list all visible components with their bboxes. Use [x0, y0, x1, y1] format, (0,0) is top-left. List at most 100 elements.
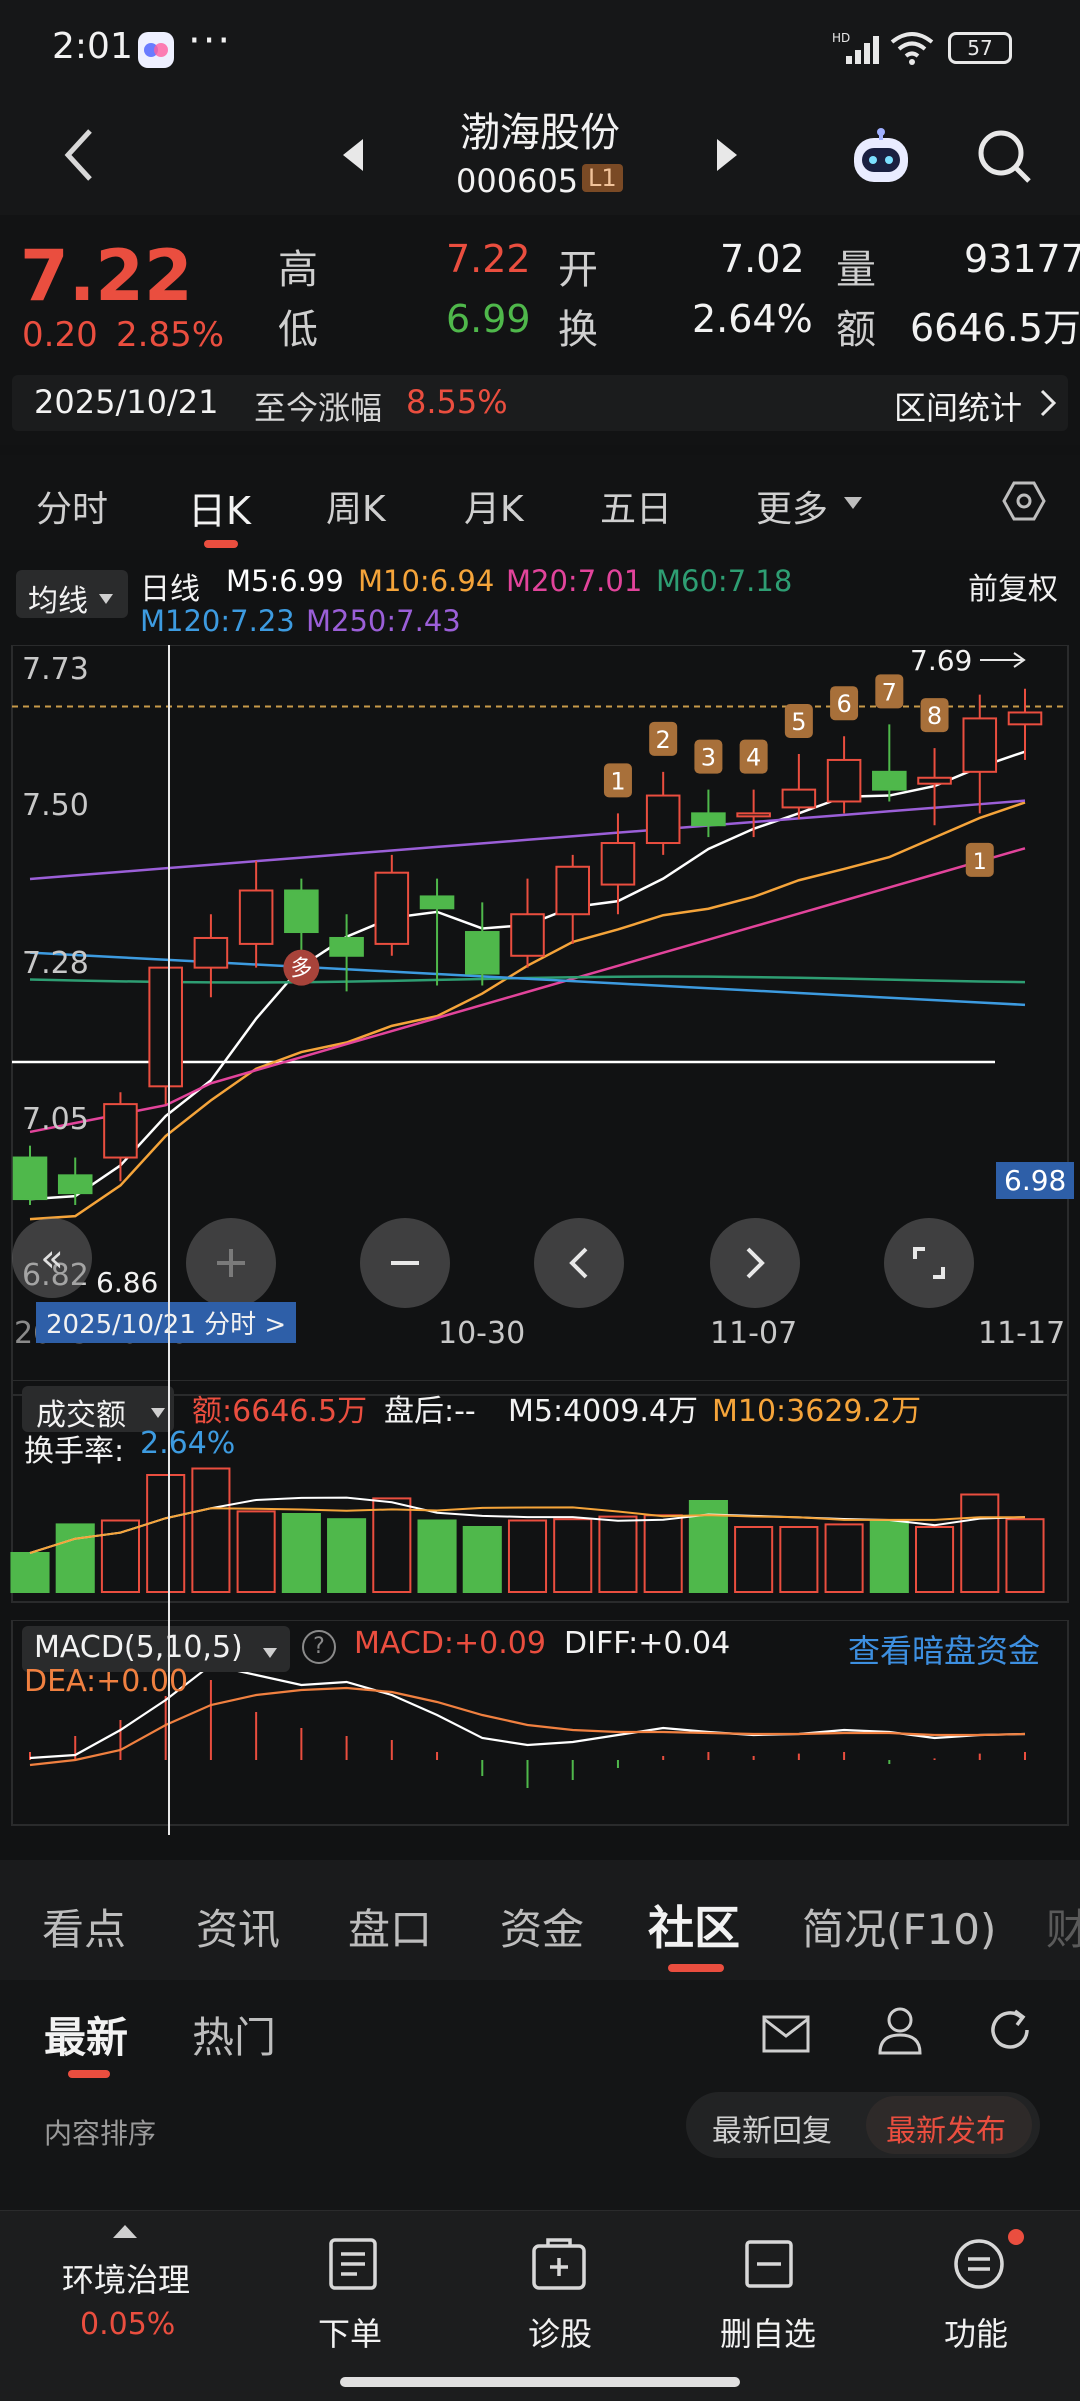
settings-hexagon-icon[interactable]: [996, 473, 1052, 529]
kline-chart-area: 均线 日线 M5:6.99 M10:6.94 M20:7.01 M60:7.18…: [0, 550, 1080, 1840]
open-value: 7.02: [720, 237, 805, 281]
mail-icon[interactable]: [756, 2004, 816, 2064]
scroll-left-fast-icon[interactable]: «: [12, 1218, 92, 1298]
level-badge: L1: [582, 164, 623, 192]
tab-news[interactable]: 资讯: [196, 1896, 280, 1957]
candle-body: [1007, 711, 1043, 726]
open-label: 开: [558, 247, 598, 293]
tab-latest[interactable]: 最新: [44, 2004, 128, 2065]
volume-bar: [598, 1515, 638, 1594]
volume-bar: [462, 1526, 502, 1593]
y-tick-label: 7.73: [22, 652, 89, 687]
range-stats-link[interactable]: 区间统计: [894, 383, 1022, 429]
macd-value: MACD:+0.09: [354, 1626, 546, 1661]
caret-down-icon: [842, 495, 864, 515]
robot-assistant-icon[interactable]: [846, 122, 916, 192]
since-value: 8.55%: [406, 383, 508, 421]
turnover-rate-label: 换手率:: [24, 1434, 125, 1469]
next-stock-icon[interactable]: [706, 130, 746, 180]
chevron-right-icon: [1038, 387, 1058, 423]
signal-badge-label: 6: [836, 690, 851, 718]
range-date: 2025/10/21: [34, 383, 219, 421]
tab-weekly-k[interactable]: 周K: [326, 480, 386, 532]
tab-more[interactable]: 更多: [756, 480, 828, 532]
volume-bar: [236, 1510, 276, 1593]
caret-up-icon: [112, 2223, 138, 2243]
tab-selected-indicator: [668, 1964, 724, 1972]
tab-finance-partial[interactable]: 财: [1046, 1896, 1080, 1957]
diagnose-label[interactable]: 诊股: [528, 2309, 592, 2355]
signal-badge-label: 7: [882, 678, 897, 706]
volume-m10: M10:3629.2万: [712, 1394, 922, 1429]
x-tick-label: 11-07: [710, 1316, 798, 1351]
sort-latest-reply[interactable]: 最新回复: [712, 2106, 832, 2150]
user-icon[interactable]: [870, 2000, 930, 2060]
caret-down-icon: [150, 1404, 166, 1423]
candle-body: [645, 794, 681, 845]
volume-bar: [100, 1519, 140, 1593]
help-icon[interactable]: ?: [302, 1630, 336, 1664]
dark-pool-link[interactable]: 查看暗盘资金: [848, 1626, 1040, 1672]
ma-dropdown[interactable]: 均线: [16, 570, 128, 619]
candle-body: [329, 936, 364, 957]
min-price-label: 6.86: [96, 1266, 159, 1299]
signal-badge-label: 5: [791, 708, 806, 736]
tab-order-book[interactable]: 盘口: [348, 1896, 432, 1957]
tab-five-day[interactable]: 五日: [600, 480, 672, 532]
tab-hot[interactable]: 热门: [192, 2004, 276, 2065]
volume-bar: [327, 1518, 367, 1593]
turnover-label: 换: [558, 307, 598, 353]
macd-dropdown-label: MACD(5,10,5): [34, 1630, 243, 1665]
sector-name[interactable]: 环境治理: [62, 2255, 190, 2301]
period-tabs: 分时 日K 周K 月K 五日 更多: [0, 455, 1080, 551]
range-stats-bar[interactable]: 2025/10/21 至今涨幅 8.55% 区间统计: [12, 375, 1068, 431]
status-time: 2:01: [52, 26, 133, 67]
tab-profile-f10[interactable]: 简况(F10): [802, 1896, 996, 1957]
diagnose-icon[interactable]: [524, 2229, 594, 2299]
tab-intraday[interactable]: 分时: [36, 480, 108, 532]
volume-bar: [146, 1474, 186, 1593]
tab-community[interactable]: 社区: [648, 1892, 740, 1958]
sort-label: 内容排序: [44, 2117, 157, 2150]
app-notification-icon: [138, 32, 174, 68]
adjust-mode[interactable]: 前复权: [968, 564, 1058, 608]
sort-latest-post[interactable]: 最新发布: [886, 2106, 1006, 2150]
signal-badge-label: 1: [973, 850, 987, 875]
function-menu-icon[interactable]: [944, 2229, 1014, 2299]
crosshair-vertical: [168, 645, 170, 1835]
volume-bar: [281, 1513, 321, 1593]
remove-watchlist-icon[interactable]: [734, 2229, 804, 2299]
volume-bar: [734, 1526, 774, 1593]
candle-body: [510, 913, 545, 957]
wifi-icon: [890, 30, 934, 70]
low-value: 6.99: [446, 297, 531, 341]
order-icon[interactable]: [318, 2229, 388, 2299]
refresh-icon[interactable]: [980, 2000, 1040, 2060]
tab-monthly-k[interactable]: 月K: [464, 480, 524, 532]
candle-body: [826, 758, 862, 803]
arrow-right-icon: [978, 650, 1028, 674]
zoom-out-button[interactable]: [360, 1218, 450, 1308]
tab-capital[interactable]: 资金: [500, 1896, 584, 1957]
search-icon[interactable]: [970, 122, 1040, 192]
candle-body: [57, 1174, 93, 1195]
remove-watchlist-label[interactable]: 删自选: [720, 2309, 816, 2355]
volume-bar: [417, 1519, 457, 1593]
order-label[interactable]: 下单: [318, 2309, 382, 2355]
volume-m5: M5:4009.4万: [508, 1394, 699, 1429]
zoom-in-button[interactable]: [186, 1218, 276, 1308]
candle-body: [193, 936, 229, 969]
fullscreen-icon[interactable]: [884, 1218, 974, 1308]
bull-signal-label: 多: [290, 957, 312, 982]
chevron-left-icon[interactable]: [534, 1218, 624, 1308]
tab-highlights[interactable]: 看点: [42, 1896, 126, 1957]
tab-daily-k[interactable]: 日K: [188, 480, 251, 535]
tab-selected-indicator: [68, 2070, 110, 2078]
chevron-right-icon[interactable]: [710, 1218, 800, 1308]
sector-change: 0.05%: [80, 2307, 176, 2342]
after-hours: 盘后:--: [384, 1394, 476, 1429]
volume-bar: [643, 1514, 683, 1593]
function-label[interactable]: 功能: [944, 2309, 1008, 2355]
cursor-date-label[interactable]: 2025/10/21 分时 >: [36, 1302, 297, 1343]
stock-name: 渤海股份: [460, 110, 620, 156]
